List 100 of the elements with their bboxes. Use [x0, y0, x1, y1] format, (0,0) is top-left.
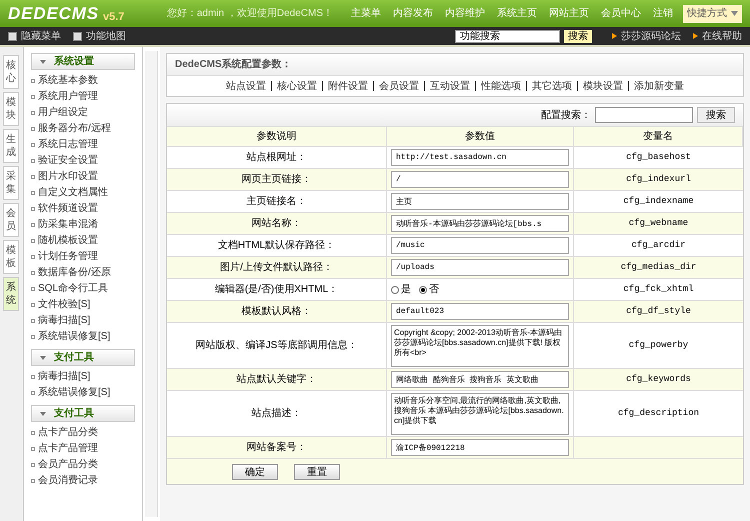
variable-name: cfg_webname — [628, 216, 688, 230]
settings-tab[interactable]: 附件设置 — [328, 78, 368, 94]
menu-item[interactable]: 防采集串混淆 — [31, 217, 135, 233]
scrollbar[interactable] — [145, 51, 158, 517]
search-field[interactable]: 功能搜索 — [455, 30, 560, 42]
variable-name: cfg_indexname — [623, 194, 694, 208]
param-input[interactable]: http://test.sasadown.cn — [391, 149, 569, 166]
menu-group-header[interactable]: 支付工具 — [31, 349, 135, 366]
variable-name: cfg_medias_dir — [620, 260, 696, 274]
param-input[interactable]: 主页 — [391, 193, 569, 210]
param-label: 编辑器(是/否)使用XHTML： — [214, 282, 338, 297]
settings-tab[interactable]: 核心设置 — [277, 78, 317, 94]
param-input[interactable]: /uploads — [391, 259, 569, 276]
bullet-icon — [31, 175, 35, 179]
param-input[interactable]: 网络歌曲 酷狗音乐 搜狗音乐 英文歌曲 — [391, 371, 569, 388]
menu-icon — [8, 32, 17, 40]
param-label: 主页链接名： — [246, 194, 306, 209]
help-link[interactable]: 在线帮助 — [693, 28, 742, 44]
menu-group-header[interactable]: 系统设置 — [31, 53, 135, 70]
settings-tab[interactable]: 模块设置 — [583, 78, 623, 94]
shortcut-dropdown[interactable]: 快捷方式 — [683, 4, 742, 22]
bullet-icon — [31, 207, 35, 211]
help-link[interactable]: 莎莎源码论坛 — [612, 28, 681, 44]
bullet-icon — [31, 287, 35, 291]
param-textarea[interactable]: Copyright &copy; 2002-2013动听音乐-本源码由莎莎源码论坛[bbs.sasadown.cn]提供下载! 版权所有<br> — [391, 324, 569, 366]
caret-icon — [40, 356, 46, 360]
variable-name: cfg_keywords — [626, 372, 691, 386]
menu-item[interactable]: 病毒扫描[S] — [31, 313, 135, 329]
param-textarea[interactable]: 动听音乐分享空间,最流行的网络歌曲,英文歌曲,搜狗音乐 本源码由莎莎源码论坛[bbs.sasadown.cn]提供下载 — [391, 392, 569, 434]
param-input[interactable]: /music — [391, 237, 569, 254]
side-tab[interactable]: 会员 — [3, 203, 19, 237]
variable-name: cfg_basehost — [626, 150, 691, 164]
menu-item[interactable]: SQL命令行工具 — [31, 281, 135, 297]
menu-item[interactable]: 文件校验[S] — [31, 297, 135, 313]
menu-item[interactable]: 点卡产品分类 — [31, 425, 135, 441]
settings-tab[interactable]: 其它选项 — [532, 78, 572, 94]
menu-item[interactable]: 随机模板设置 — [31, 233, 135, 249]
param-input[interactable]: / — [391, 171, 569, 188]
side-tab[interactable]: 模块 — [3, 92, 19, 126]
greeting-text: 您好：admin ，欢迎使用DedeCMS！ — [166, 6, 333, 21]
bullet-icon — [31, 255, 35, 259]
bullet-icon — [31, 271, 35, 275]
menu-item[interactable]: 软件频道设置 — [31, 201, 135, 217]
menu-item[interactable]: 自定义文档属性 — [31, 185, 135, 201]
menu-item[interactable]: 点卡产品管理 — [31, 441, 135, 457]
menu-item[interactable]: 会员消费记录 — [31, 473, 135, 489]
version-label: v5.7 — [102, 10, 124, 26]
param-label: 站点默认关键字： — [236, 372, 316, 387]
arrow-icon — [612, 33, 617, 39]
settings-tab[interactable]: 互动设置 — [430, 78, 470, 94]
caret-icon — [731, 11, 738, 16]
form-button[interactable]: 确定 — [232, 464, 278, 480]
param-label: 站点描述： — [252, 406, 302, 421]
toolbar-link[interactable]: 功能地图 — [73, 28, 126, 44]
toolbar-link[interactable]: 隐藏菜单 — [8, 28, 61, 44]
search-button[interactable]: 搜索 — [564, 30, 592, 42]
bullet-icon — [31, 375, 35, 379]
menu-group-header[interactable]: 支付工具 — [31, 405, 135, 422]
radio-option[interactable]: 是 — [391, 282, 411, 297]
form-button[interactable]: 重置 — [294, 464, 340, 480]
settings-tab[interactable]: 会员设置 — [379, 78, 419, 94]
menu-item[interactable]: 数据库备份/还原 — [31, 265, 135, 281]
param-input[interactable]: 动听音乐-本源码由莎莎源码论坛[bbs.s — [391, 215, 569, 232]
radio-option[interactable]: 否 — [419, 282, 439, 297]
param-label: 文档HTML默认保存路径： — [218, 238, 336, 253]
bullet-icon — [31, 111, 35, 115]
bullet-icon — [31, 79, 35, 83]
bullet-icon — [31, 143, 35, 147]
menu-item[interactable]: 会员产品分类 — [31, 457, 135, 473]
side-tab[interactable]: 生成 — [3, 129, 19, 163]
menu-item[interactable]: 病毒扫描[S] — [31, 369, 135, 385]
menu-item[interactable]: 图片水印设置 — [31, 169, 135, 185]
side-tab[interactable]: 系统 — [3, 277, 19, 311]
bullet-icon — [31, 239, 35, 243]
variable-name: cfg_description — [618, 406, 699, 420]
menu-item[interactable]: 系统基本参数 — [31, 73, 135, 89]
config-search-button[interactable]: 搜索 — [697, 107, 735, 123]
side-tab[interactable]: 核心 — [3, 55, 19, 89]
settings-tab[interactable]: 添加新变量 — [634, 78, 684, 94]
menu-item[interactable]: 用户组设定 — [31, 105, 135, 121]
config-search-field[interactable] — [595, 107, 693, 123]
param-label: 站点根网址： — [246, 150, 306, 165]
variable-name: cfg_fck_xhtml — [623, 282, 694, 296]
menu-item[interactable]: 验证安全设置 — [31, 153, 135, 169]
menu-icon — [73, 32, 82, 40]
param-input[interactable]: default023 — [391, 303, 569, 320]
menu-item[interactable]: 服务器分布/远程 — [31, 121, 135, 137]
settings-tab[interactable]: 站点设置 — [226, 78, 266, 94]
menu-item[interactable]: 系统错误修复[S] — [31, 329, 135, 345]
param-input[interactable]: 渝ICP备09012218 — [391, 439, 569, 456]
settings-tab[interactable]: 性能选项 — [481, 78, 521, 94]
menu-item[interactable]: 计划任务管理 — [31, 249, 135, 265]
side-tab[interactable]: 采集 — [3, 166, 19, 200]
menu-item[interactable]: 系统用户管理 — [31, 89, 135, 105]
menu-item[interactable]: 系统日志管理 — [31, 137, 135, 153]
menu-item[interactable]: 系统错误修复[S] — [31, 385, 135, 401]
param-label: 网站版权、编译JS等底部调用信息： — [196, 338, 358, 353]
side-tab[interactable]: 模板 — [3, 240, 19, 274]
bullet-icon — [31, 191, 35, 195]
bullet-icon — [31, 223, 35, 227]
